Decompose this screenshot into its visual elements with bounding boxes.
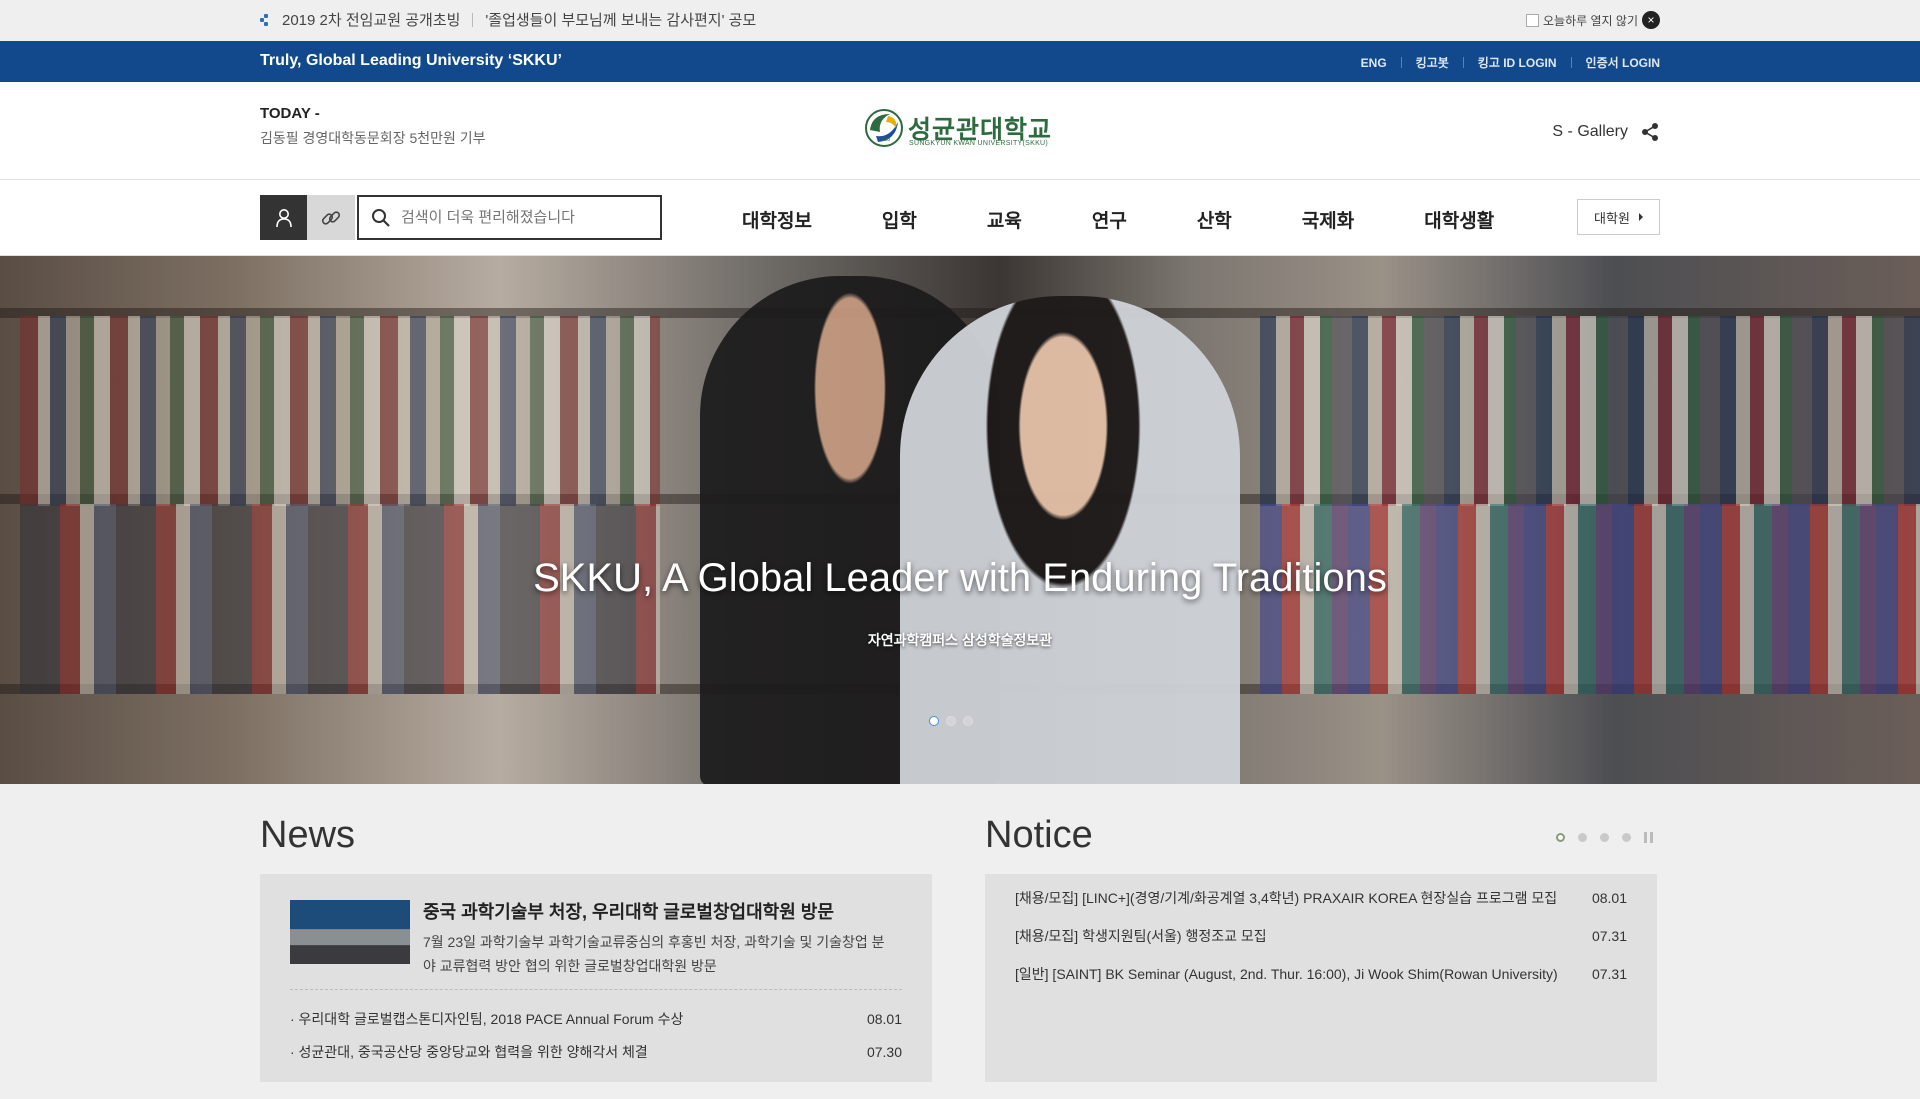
hero-pager-dot[interactable] — [929, 716, 939, 726]
divider — [1462, 57, 1464, 68]
notice-pager-dot[interactable] — [1578, 833, 1587, 842]
news-headline[interactable]: 중국 과학기술부 처장, 우리대학 글로벌창업대학원 방문 — [423, 898, 834, 924]
notice-item-date: 07.31 — [1591, 966, 1627, 982]
notice-item-date: 07.31 — [1591, 928, 1627, 944]
news-item-date: 07.30 — [866, 1043, 902, 1060]
top-notice-link-1[interactable]: 2019 2차 전임교원 공개초빙 — [282, 9, 460, 30]
pause-icon[interactable] — [1644, 832, 1656, 843]
hero-photo-student-female — [900, 296, 1240, 784]
notice-item-title[interactable]: [채용/모집] [LINC+](경영/기계/화공계열 3,4학년) PRAXAI… — [1015, 888, 1560, 908]
notice-dots-icon — [260, 13, 272, 26]
link-icon — [321, 210, 341, 225]
divider — [290, 989, 902, 990]
books-right-decoration — [1260, 316, 1920, 506]
news-notice-section: News 중국 과학기술부 처장, 우리대학 글로벌창업대학원 방문 7월 23… — [0, 784, 1920, 1099]
search-icon[interactable] — [371, 208, 391, 228]
quick-links-button[interactable] — [307, 195, 355, 240]
notice-item-title[interactable]: [채용/모집] 학생지원팀(서울) 행정조교 모집 — [1015, 926, 1560, 946]
hero-slider: SKKU, A Global Leader with Enduring Trad… — [0, 256, 1920, 784]
main-menu: 대학정보 입학 교육 연구 산학 국제화 대학생활 — [742, 206, 1494, 233]
hero-pager-dot[interactable] — [963, 716, 973, 726]
no-show-today: 오늘하루 열지 않기 × — [1526, 11, 1660, 29]
logo-year: 1398 — [878, 137, 891, 143]
today-label: TODAY - — [260, 105, 320, 122]
notice-pager-dot[interactable] — [1600, 833, 1609, 842]
divider — [472, 12, 474, 27]
no-show-checkbox[interactable] — [1526, 13, 1539, 27]
list-item[interactable]: · 성균관대, 중국공산당 중앙당교와 협력을 위한 양해각서 체결 07.30 — [290, 1035, 902, 1068]
hero-pager — [929, 716, 980, 726]
menu-admission[interactable]: 입학 — [882, 206, 917, 233]
notice-pager — [1556, 832, 1656, 843]
menu-university-info[interactable]: 대학정보 — [742, 206, 812, 233]
no-show-label[interactable]: 오늘하루 열지 않기 — [1543, 12, 1638, 29]
today-text[interactable]: 김동필 경영대학동문회장 5천만원 기부 — [260, 128, 486, 148]
news-item-title[interactable]: · 성균관대, 중국공산당 중앙당교와 협력을 위한 양해각서 체결 — [290, 1042, 648, 1062]
notice-box: [채용/모집] [LINC+](경영/기계/화공계열 3,4학년) PRAXAI… — [985, 874, 1657, 1082]
s-gallery-link[interactable]: S - Gallery — [1552, 122, 1660, 142]
graduate-school-label: 대학원 — [1594, 210, 1630, 226]
news-title[interactable]: News — [260, 814, 355, 857]
logo-english: SUNGKYUN KWAN UNIVERSITY(SKKU) — [909, 140, 1049, 147]
books-left-decoration — [20, 316, 660, 506]
notice-pager-dot[interactable] — [1622, 833, 1631, 842]
hero-title: SKKU, A Global Leader with Enduring Trad… — [533, 556, 1387, 600]
menu-campus-life[interactable]: 대학생활 — [1424, 206, 1494, 233]
news-item-title[interactable]: · 우리대학 글로벌캡스톤디자인팀, 2018 PACE Annual Foru… — [290, 1009, 683, 1029]
gallery-label: S - Gallery — [1552, 123, 1628, 140]
certificate-login-link[interactable]: 인증서 LOGIN — [1586, 54, 1660, 71]
list-item[interactable]: · 우리대학 글로벌캡스톤디자인팀, 2018 PACE Annual Foru… — [290, 1002, 902, 1035]
top-notice-link-2[interactable]: '졸업생들이 부모님께 보내는 감사편지' 공모 — [485, 9, 756, 30]
news-description[interactable]: 7월 23일 과학기술부 과학기술교류중심의 후홍빈 처장, 과학기술 및 기술… — [423, 930, 893, 978]
eng-link[interactable]: ENG — [1361, 56, 1387, 70]
notice-item-date: 08.01 — [1591, 890, 1627, 906]
arrow-right-icon — [1638, 213, 1643, 221]
search-box[interactable] — [357, 195, 662, 240]
news-item-date: 08.01 — [866, 1010, 902, 1027]
slogan: Truly, Global Leading University ‘SKKU’ — [260, 52, 562, 69]
hero-subtitle: 자연과학캠퍼스 삼성학술정보관 — [867, 632, 1053, 648]
share-icon[interactable] — [1640, 122, 1660, 142]
utility-bar: Truly, Global Leading University ‘SKKU’ … — [0, 41, 1920, 82]
divider — [1570, 57, 1572, 68]
list-item[interactable]: [채용/모집] [LINC+](경영/기계/화공계열 3,4학년) PRAXAI… — [1015, 879, 1627, 917]
top-notice-bar: 2019 2차 전임교원 공개초빙 '졸업생들이 부모님께 보내는 감사편지' … — [0, 0, 1920, 41]
menu-research[interactable]: 연구 — [1092, 206, 1127, 233]
news-list: · 우리대학 글로벌캡스톤디자인팀, 2018 PACE Annual Foru… — [290, 1002, 902, 1068]
menu-industry[interactable]: 산학 — [1197, 206, 1232, 233]
notice-pager-dot[interactable] — [1556, 833, 1565, 842]
notice-list: [채용/모집] [LINC+](경영/기계/화공계열 3,4학년) PRAXAI… — [1015, 879, 1627, 993]
hero-pager-dot[interactable] — [946, 716, 956, 726]
graduate-school-button[interactable]: 대학원 — [1577, 199, 1660, 235]
close-icon[interactable]: × — [1642, 11, 1660, 29]
top-notices: 2019 2차 전임교원 공개초빙 '졸업생들이 부모님께 보내는 감사편지' … — [260, 9, 756, 30]
news-thumbnail[interactable] — [290, 900, 410, 964]
university-logo[interactable]: 1398 성균관대학교 SUNGKYUN KWAN UNIVERSITY(SKK… — [864, 104, 1064, 154]
logo-emblem-icon: 1398 — [865, 109, 903, 147]
search-input[interactable] — [401, 209, 641, 226]
notice-title[interactable]: Notice — [985, 814, 1093, 857]
list-item[interactable]: [채용/모집] 학생지원팀(서울) 행정조교 모집 07.31 — [1015, 917, 1627, 955]
main-nav-row: 대학정보 입학 교육 연구 산학 국제화 대학생활 대학원 — [260, 180, 1660, 255]
login-button[interactable] — [260, 195, 307, 240]
site-header: TODAY - 김동필 경영대학동문회장 5천만원 기부 1398 성균관대학교… — [260, 82, 1660, 179]
utility-links: ENG 킹고봇 킹고 ID LOGIN 인증서 LOGIN — [1361, 54, 1660, 71]
divider — [1400, 57, 1402, 68]
menu-education[interactable]: 교육 — [987, 206, 1022, 233]
kingobot-link[interactable]: 킹고봇 — [1416, 54, 1449, 71]
user-icon — [275, 208, 292, 227]
today-news[interactable]: TODAY - 김동필 경영대학동문회장 5천만원 기부 — [260, 105, 486, 148]
notice-item-title[interactable]: [일반] [SAINT] BK Seminar (August, 2nd. Th… — [1015, 964, 1560, 984]
news-box: 중국 과학기술부 처장, 우리대학 글로벌창업대학원 방문 7월 23일 과학기… — [260, 874, 932, 1082]
list-item[interactable]: [일반] [SAINT] BK Seminar (August, 2nd. Th… — [1015, 955, 1627, 993]
kingo-id-login-link[interactable]: 킹고 ID LOGIN — [1478, 54, 1557, 71]
menu-international[interactable]: 국제화 — [1302, 206, 1354, 233]
